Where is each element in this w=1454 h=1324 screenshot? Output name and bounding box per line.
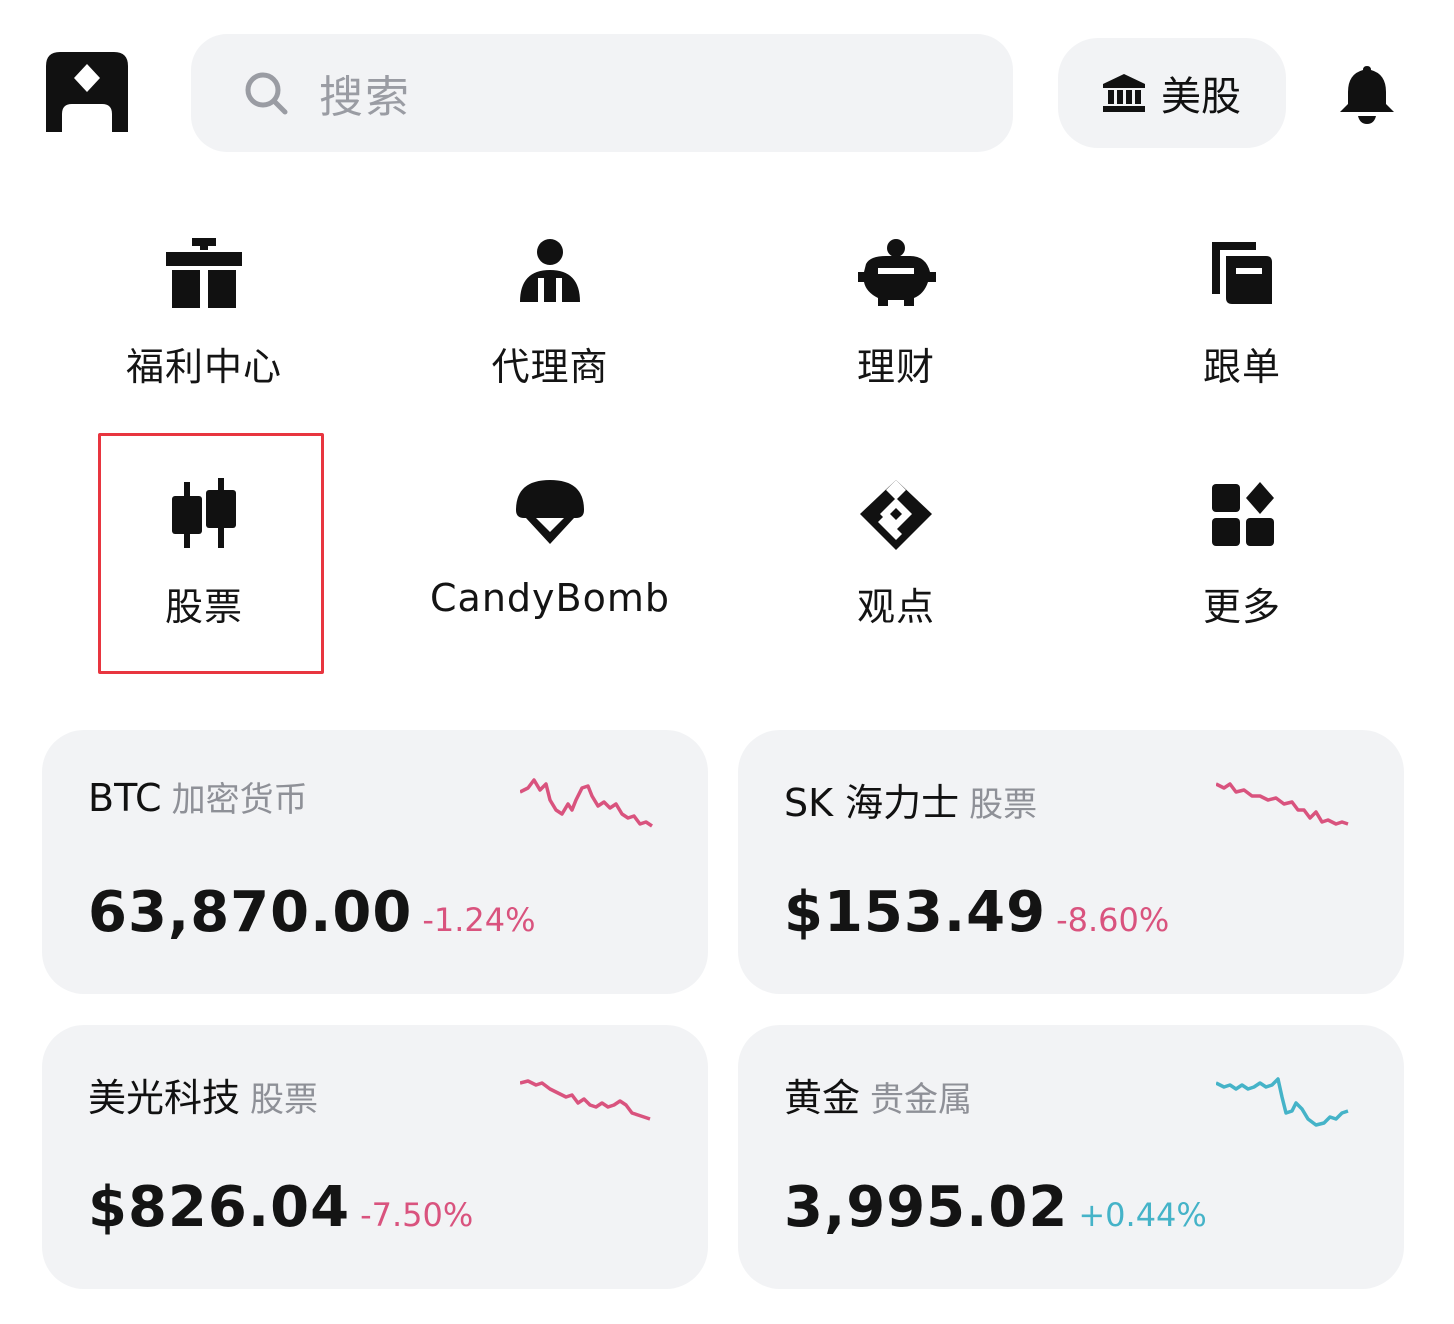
insight-icon	[860, 480, 932, 550]
more-grid-icon	[1212, 482, 1274, 546]
shortcut-label: 代理商	[491, 345, 609, 389]
shortcut-label: 更多	[1202, 585, 1281, 629]
market-card-sk-hynix[interactable]: SK 海力士 股票 $153.49 -8.60%	[738, 730, 1404, 994]
agent-icon	[520, 239, 580, 304]
sparkline-chart	[1216, 1077, 1349, 1127]
card-category: 加密货币	[171, 780, 308, 820]
card-price: $153.49	[784, 880, 1047, 945]
card-change: +0.44%	[1078, 1196, 1207, 1234]
card-symbol: 美光科技	[88, 1076, 241, 1120]
shortcut-candybomb[interactable]: CandyBomb	[400, 478, 700, 648]
card-change: -1.24%	[422, 901, 536, 939]
notification-button[interactable]	[1338, 64, 1396, 124]
piggy-bank-icon	[858, 239, 936, 306]
parachute-icon	[516, 480, 584, 544]
shortcut-label: 跟单	[1202, 345, 1281, 389]
shortcut-label: 观点	[856, 585, 935, 629]
card-symbol: 黄金	[784, 1076, 861, 1120]
card-symbol: BTC	[88, 776, 162, 820]
card-category: 股票	[969, 785, 1038, 825]
shortcut-agent[interactable]: 代理商	[400, 238, 700, 408]
sparkline-chart	[1216, 782, 1349, 826]
sparkline-chart	[520, 778, 653, 828]
market-label: 美股	[1161, 74, 1241, 120]
shortcut-wealth[interactable]: 理财	[746, 238, 1046, 408]
search-icon	[245, 72, 288, 115]
app-logo[interactable]	[46, 52, 128, 132]
shortcut-label: 理财	[856, 345, 935, 389]
shortcut-more[interactable]: 更多	[1092, 478, 1392, 648]
market-card-gold[interactable]: 黄金 贵金属 3,995.02 +0.44%	[738, 1025, 1404, 1289]
gift-icon	[166, 238, 242, 308]
card-price: 63,870.00	[88, 880, 413, 945]
search-placeholder: 搜索	[319, 72, 411, 123]
card-change: -8.60%	[1056, 901, 1170, 939]
shortcut-label: 福利中心	[125, 345, 282, 389]
market-card-btc[interactable]: BTC 加密货币 63,870.00 -1.24%	[42, 730, 708, 994]
bank-icon	[1103, 74, 1145, 112]
shortcut-insights[interactable]: 观点	[746, 478, 1046, 648]
highlight-frame	[98, 433, 324, 674]
card-change: -7.50%	[360, 1196, 474, 1234]
market-switch-button[interactable]: 美股	[1058, 38, 1286, 148]
card-price: $826.04	[88, 1175, 351, 1240]
card-symbol: SK 海力士	[784, 781, 960, 825]
card-price: 3,995.02	[784, 1175, 1069, 1240]
shortcut-copy-trade[interactable]: 跟单	[1092, 238, 1392, 408]
bell-icon	[1340, 66, 1394, 124]
card-category: 贵金属	[870, 1080, 973, 1120]
shortcut-label: CandyBomb	[430, 576, 670, 620]
sparkline-chart	[520, 1079, 651, 1121]
copy-trade-icon	[1212, 242, 1272, 304]
app-logo-icon	[46, 52, 128, 132]
shortcut-welfare-center[interactable]: 福利中心	[54, 238, 354, 408]
search-bar[interactable]: 搜索	[191, 34, 1013, 152]
card-category: 股票	[250, 1080, 319, 1120]
market-card-micron[interactable]: 美光科技 股票 $826.04 -7.50%	[42, 1025, 708, 1289]
